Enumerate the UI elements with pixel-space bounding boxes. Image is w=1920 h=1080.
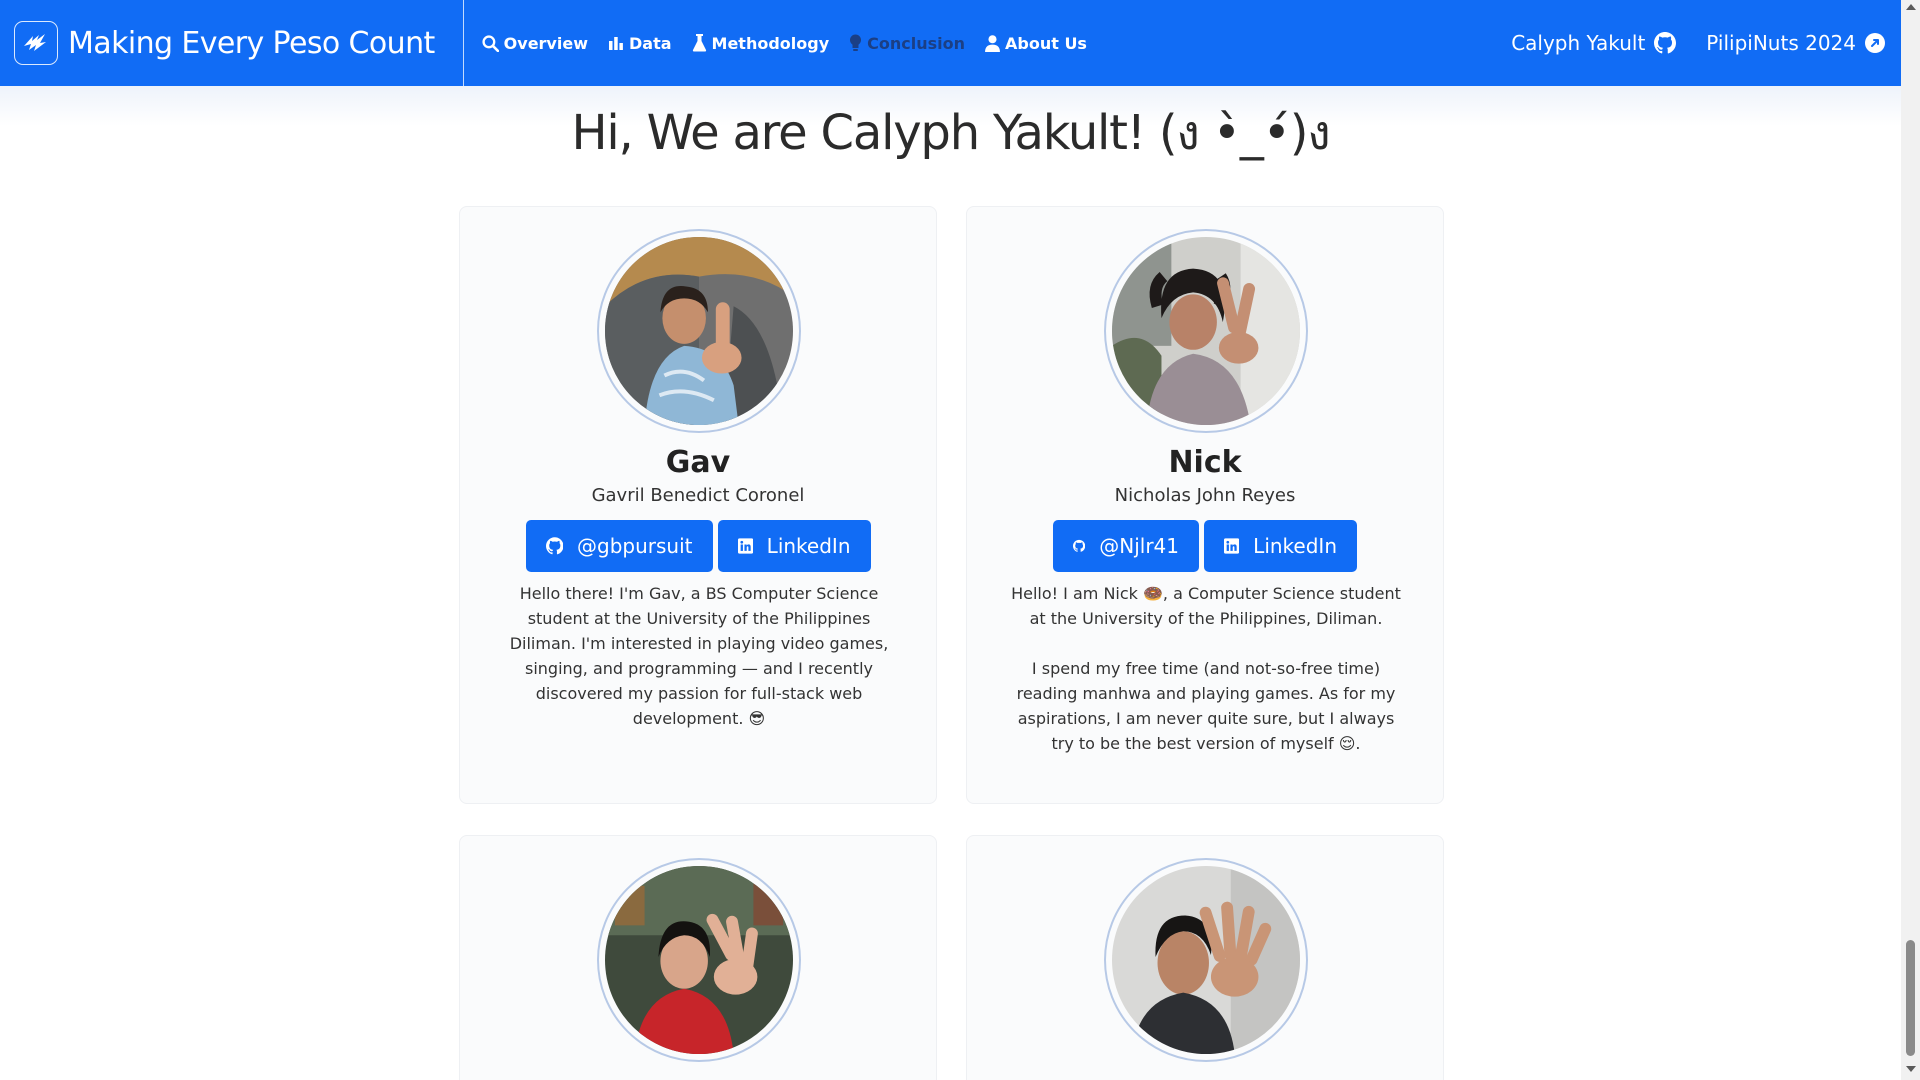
nav-right: Calyph Yakult PilipiNuts 2024: [1511, 31, 1901, 55]
github-icon: [1654, 32, 1677, 54]
nav-about-label: About Us: [1005, 33, 1087, 53]
person-icon: [985, 34, 1000, 52]
external-link-icon: [1865, 33, 1885, 53]
avatar-gav: [605, 237, 793, 425]
nav-methodology-label: Methodology: [711, 33, 830, 53]
linkedin-icon: [737, 538, 753, 554]
github-icon: [545, 537, 564, 555]
avatar-member-4: [1112, 866, 1300, 1054]
brand-title: Making Every Peso Count: [68, 25, 435, 61]
member-links: @gbpursuit LinkedIn: [460, 520, 936, 572]
nav-about-link[interactable]: About Us: [985, 34, 1087, 53]
github-button-label: @Njlr41: [1099, 534, 1179, 558]
scroll-up-arrow-icon[interactable]: [1906, 4, 1916, 10]
scroll-down-arrow-icon[interactable]: [1906, 1066, 1916, 1072]
member-card-3: [459, 835, 937, 1080]
github-button-label: @gbpursuit: [577, 534, 693, 558]
member-fullname: Gavril Benedict Coronel: [591, 485, 805, 506]
avatar-ring: [597, 229, 801, 433]
member-nickname: Nick: [1168, 445, 1242, 480]
pilipinuts-label: PilipiNuts 2024: [1706, 31, 1856, 55]
nav-conclusion-label: Conclusion: [867, 33, 965, 53]
nav-data-link[interactable]: Data: [608, 34, 672, 53]
bar-chart-icon: [608, 37, 623, 50]
nav-conclusion-link[interactable]: Conclusion: [849, 34, 965, 53]
avatar-ring: [597, 858, 801, 1062]
nav-data-label: Data: [628, 33, 672, 53]
member-card-4: [966, 835, 1444, 1080]
pilipinuts-link[interactable]: PilipiNuts 2024: [1706, 31, 1885, 55]
github-button[interactable]: @Njlr41: [1053, 520, 1199, 572]
member-bio: Hello there! I'm Gav, a BS Computer Scie…: [498, 581, 900, 731]
flask-icon: [692, 34, 706, 52]
bio-paragraph: I spend my free time (and not-so-free ti…: [1016, 659, 1396, 753]
team-github-link[interactable]: Calyph Yakult: [1511, 31, 1677, 55]
linkedin-button[interactable]: LinkedIn: [717, 520, 871, 572]
page-title: Hi, We are Calyph Yakult! (ง •̀_•́)ง: [571, 105, 1330, 161]
nav-methodology-link[interactable]: Methodology: [692, 33, 830, 53]
linkedin-button[interactable]: LinkedIn: [1204, 520, 1357, 572]
linkedin-button-label: LinkedIn: [1253, 534, 1337, 558]
lightbulb-icon: [850, 34, 862, 51]
brand-logo-icon: [14, 21, 58, 65]
nav-overview-label: Overview: [503, 33, 588, 53]
scrollbar-thumb[interactable]: [1906, 940, 1915, 1056]
member-nickname: Gav: [665, 445, 731, 480]
nav-links: Overview Data Methodology Conclusion Abo…: [482, 34, 1087, 53]
avatar-member-3: [605, 866, 793, 1054]
avatar-ring: [1104, 229, 1308, 433]
team-github-label: Calyph Yakult: [1511, 31, 1646, 55]
avatar-nick: [1112, 237, 1300, 425]
github-button[interactable]: @gbpursuit: [525, 520, 713, 572]
member-bio: Hello! I am Nick 🍩, a Computer Science s…: [1005, 581, 1407, 756]
linkedin-icon: [1224, 538, 1240, 554]
avatar-ring: [1104, 858, 1308, 1062]
top-navbar: Making Every Peso Count Overview Data Me…: [0, 0, 1901, 86]
page-scrollbar[interactable]: [1901, 0, 1920, 1080]
search-icon: [482, 34, 499, 52]
bio-paragraph: Hello! I am Nick 🍩, a Computer Science s…: [1011, 584, 1401, 628]
github-icon: [1073, 539, 1086, 552]
member-card-nick: Nick Nicholas John Reyes @Njlr41 LinkedI…: [966, 206, 1444, 804]
member-fullname: Nicholas John Reyes: [1114, 485, 1296, 506]
member-links: @Njlr41 LinkedIn: [967, 520, 1443, 572]
linkedin-button-label: LinkedIn: [766, 534, 851, 558]
member-card-gav: Gav Gavril Benedict Coronel @gbpursuit L…: [459, 206, 937, 804]
brand-link[interactable]: Making Every Peso Count: [0, 0, 464, 86]
nav-overview-link[interactable]: Overview: [482, 34, 588, 53]
bio-paragraph: Hello there! I'm Gav, a BS Computer Scie…: [509, 584, 889, 728]
